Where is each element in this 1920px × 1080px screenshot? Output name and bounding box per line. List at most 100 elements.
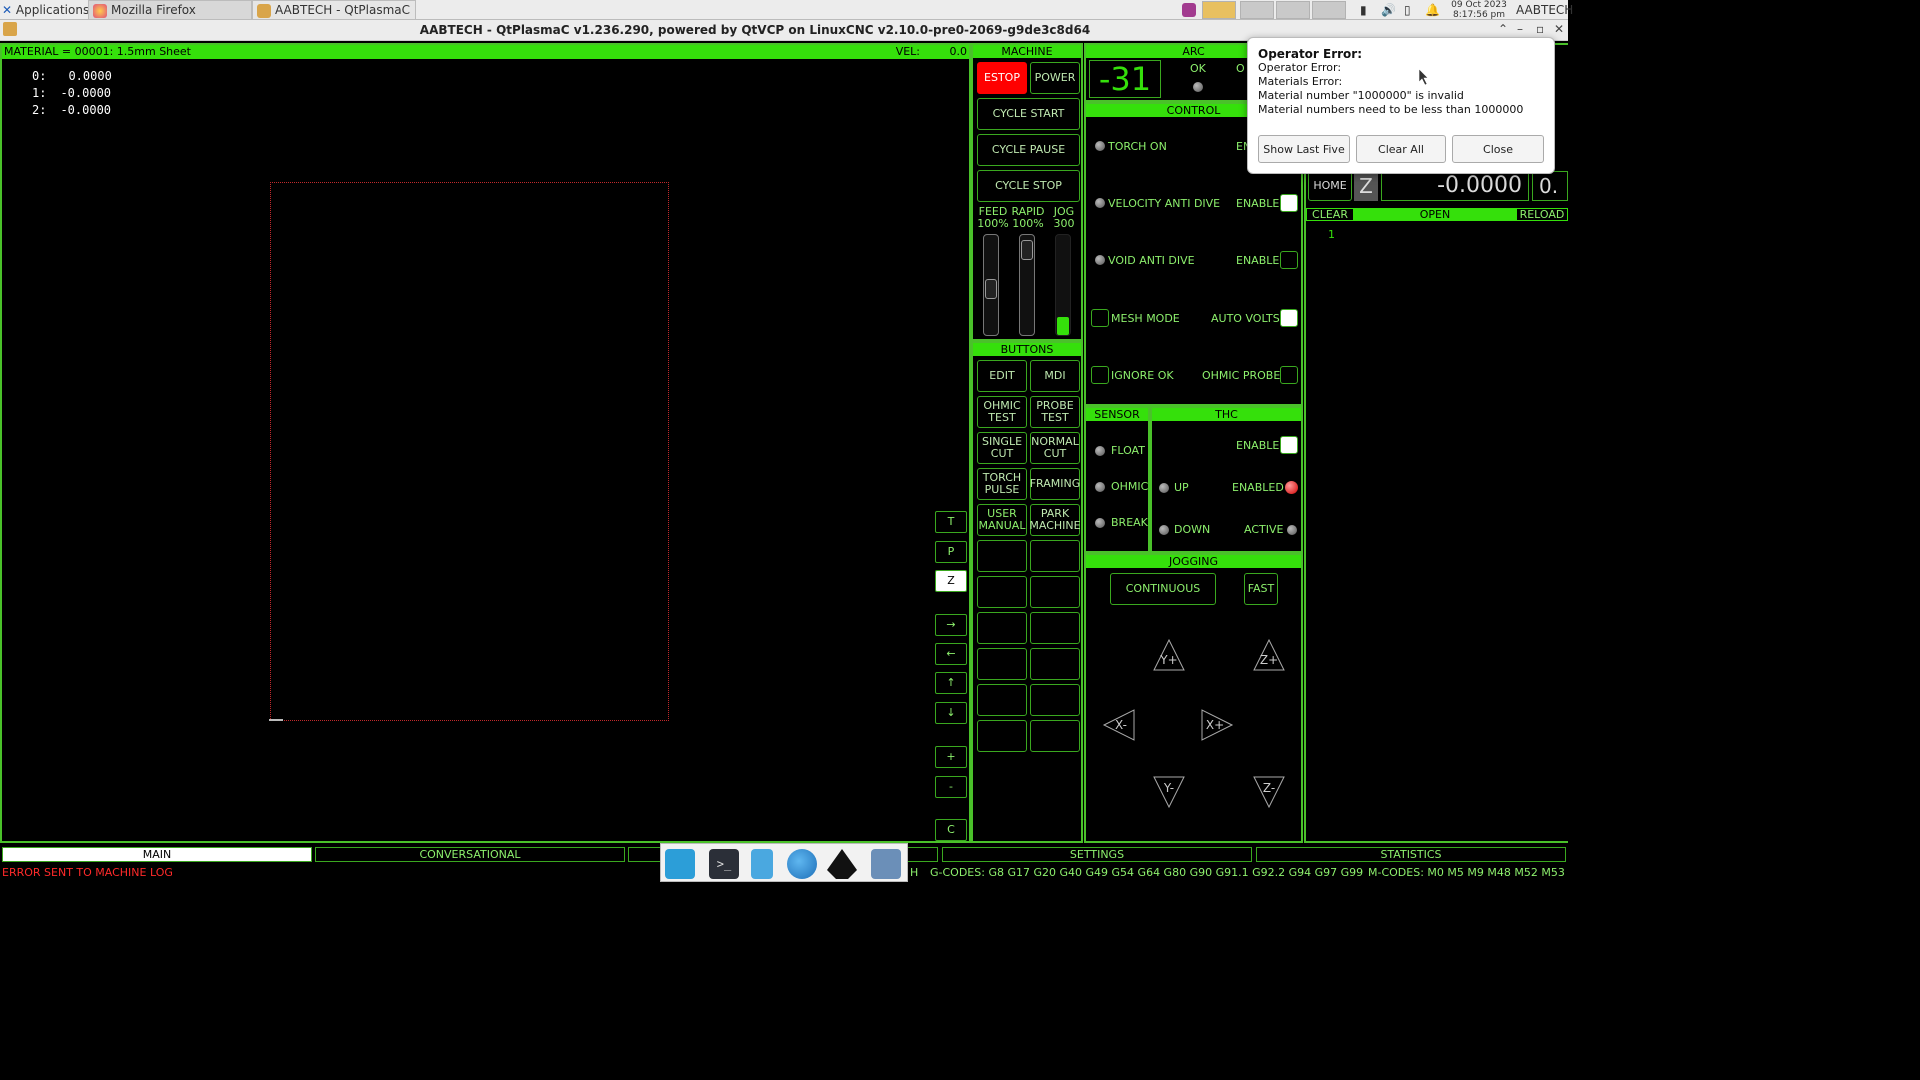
- jog-x-plus-button[interactable]: X+: [1200, 708, 1234, 742]
- inkscape-icon[interactable]: [827, 849, 857, 879]
- probe-test-button[interactable]: PROBE TEST: [1030, 396, 1080, 428]
- battery-icon[interactable]: ▯: [1404, 1, 1411, 19]
- user-button-empty[interactable]: [1030, 720, 1080, 752]
- ohmic-probe-checkbox[interactable]: [1280, 366, 1298, 384]
- desktop-icon[interactable]: [665, 849, 695, 879]
- pan-down-button[interactable]: ↓: [935, 702, 967, 724]
- user-button-empty[interactable]: [977, 684, 1027, 716]
- user-button-empty[interactable]: [977, 720, 1027, 752]
- user-button-empty[interactable]: [977, 540, 1027, 572]
- clock[interactable]: 09 Oct 2023 8:17:56 pm: [1448, 0, 1510, 20]
- user-button-empty[interactable]: [977, 648, 1027, 680]
- edit-button[interactable]: EDIT: [977, 360, 1027, 392]
- jog-speed-slider[interactable]: [1055, 234, 1071, 336]
- pan-up-button[interactable]: ↑: [935, 672, 967, 694]
- cycle-stop-button[interactable]: CYCLE STOP: [977, 170, 1080, 202]
- jog-fast-button[interactable]: FAST: [1244, 573, 1278, 605]
- slider-thumb[interactable]: [1021, 239, 1033, 260]
- gcode-clear-button[interactable]: CLEAR: [1306, 208, 1354, 221]
- machine-header: MACHINE: [973, 45, 1081, 58]
- user-button-empty[interactable]: [1030, 576, 1080, 608]
- tab-settings[interactable]: SETTINGS: [942, 847, 1252, 862]
- user-button-empty[interactable]: [1030, 648, 1080, 680]
- tray-workspace-1[interactable]: [1240, 1, 1274, 19]
- zoom-out-button[interactable]: -: [935, 776, 967, 798]
- user-button-empty[interactable]: [1030, 540, 1080, 572]
- jog-z-plus-button[interactable]: Z+: [1252, 638, 1286, 672]
- material-label: MATERIAL = 00001: 1.5mm Sheet: [4, 45, 191, 58]
- zoom-in-button[interactable]: +: [935, 746, 967, 768]
- status-partial: H: [910, 866, 919, 879]
- axis-z-offset[interactable]: 0.: [1532, 171, 1568, 201]
- void-enable-checkbox[interactable]: [1280, 251, 1298, 269]
- view-perspective-button[interactable]: P: [935, 541, 967, 563]
- tab-statistics[interactable]: STATISTICS: [1256, 847, 1566, 862]
- clear-preview-button[interactable]: C: [935, 819, 967, 841]
- file-manager-icon[interactable]: [751, 849, 773, 879]
- window-shade-icon[interactable]: ⌃: [1498, 22, 1508, 36]
- user-label[interactable]: AABTECH: [1516, 1, 1573, 19]
- user-button-empty[interactable]: [977, 576, 1027, 608]
- pan-right-button[interactable]: →: [935, 614, 967, 636]
- jog-continuous-button[interactable]: CONTINUOUS: [1110, 573, 1216, 605]
- mdi-button[interactable]: MDI: [1030, 360, 1080, 392]
- user-button-empty[interactable]: [977, 612, 1027, 644]
- window-maximize-icon[interactable]: ▫: [1536, 22, 1544, 36]
- screenshot-icon[interactable]: [1182, 3, 1196, 17]
- single-cut-button[interactable]: SINGLE CUT: [977, 432, 1027, 464]
- home-z-button[interactable]: HOME: [1308, 171, 1352, 201]
- tray-workspace-2[interactable]: [1276, 1, 1310, 19]
- jog-z-minus-button[interactable]: Z-: [1252, 775, 1286, 809]
- slider-thumb[interactable]: [985, 278, 997, 299]
- tab-main[interactable]: MAIN: [2, 847, 312, 862]
- feed-override-slider[interactable]: [983, 234, 999, 336]
- jog-x-minus-button[interactable]: X-: [1102, 708, 1136, 742]
- torch-pulse-button[interactable]: TORCH PULSE: [977, 468, 1027, 500]
- mesh-mode-checkbox[interactable]: [1091, 309, 1109, 327]
- cycle-start-button[interactable]: CYCLE START: [977, 98, 1080, 130]
- cycle-pause-button[interactable]: CYCLE PAUSE: [977, 134, 1080, 166]
- thc-active-led: [1287, 525, 1297, 535]
- notification-bell-icon[interactable]: 🔔: [1425, 1, 1440, 19]
- park-machine-button[interactable]: PARK MACHINE: [1029, 504, 1081, 536]
- thc-enable-checkbox[interactable]: [1280, 436, 1298, 454]
- window-close-icon[interactable]: ✕: [1554, 22, 1564, 36]
- close-dialog-button[interactable]: Close: [1452, 135, 1544, 163]
- gcode-reload-button[interactable]: RELOAD: [1516, 208, 1568, 221]
- web-browser-icon[interactable]: [787, 849, 817, 879]
- power-button[interactable]: POWER: [1030, 62, 1080, 94]
- rapid-override-slider[interactable]: [1019, 234, 1035, 336]
- framing-button[interactable]: FRAMING: [1030, 468, 1080, 500]
- clear-all-button[interactable]: Clear All: [1356, 135, 1446, 163]
- taskbar-tab-qtplasmac[interactable]: AABTECH - QtPlasmaC ...: [252, 0, 416, 20]
- volume-icon[interactable]: 🔊: [1381, 1, 1396, 19]
- vad-enable-checkbox[interactable]: [1280, 194, 1298, 212]
- terminal-icon[interactable]: >_: [709, 849, 739, 879]
- gcode-preview[interactable]: MATERIAL = 00001: 1.5mm Sheet VEL: 0.0 0…: [0, 43, 971, 843]
- view-z-button[interactable]: Z: [935, 570, 967, 592]
- tray-app-qtplasmac[interactable]: [1202, 1, 1236, 19]
- view-top-button[interactable]: T: [935, 511, 967, 533]
- taskbar-tab-firefox[interactable]: Mozilla Firefox: [88, 0, 252, 20]
- tab-conversational[interactable]: CONVERSATIONAL: [315, 847, 625, 862]
- jog-y-minus-button[interactable]: Y-: [1152, 775, 1186, 809]
- user-manual-button[interactable]: USER MANUAL: [977, 504, 1027, 536]
- ohmic-test-button[interactable]: OHMIC TEST: [977, 396, 1027, 428]
- tray-workspace-3[interactable]: [1312, 1, 1346, 19]
- network-icon[interactable]: ▮: [1360, 1, 1367, 19]
- folder-icon[interactable]: [871, 849, 901, 879]
- estop-button[interactable]: ESTOP: [977, 62, 1027, 94]
- pan-left-button[interactable]: ←: [935, 643, 967, 665]
- applications-menu[interactable]: ✕ Applications: [2, 1, 89, 19]
- auto-volts-checkbox[interactable]: [1280, 309, 1298, 327]
- ignore-ok-checkbox[interactable]: [1091, 366, 1109, 384]
- window-minimize-icon[interactable]: –: [1517, 22, 1523, 36]
- axis-z-dro[interactable]: -0.0000: [1381, 171, 1529, 201]
- jog-y-plus-button[interactable]: Y+: [1152, 638, 1186, 672]
- user-button-empty[interactable]: [1030, 612, 1080, 644]
- show-last-five-button[interactable]: Show Last Five: [1258, 135, 1350, 163]
- gcode-open-button[interactable]: OPEN: [1354, 208, 1516, 221]
- auto-volts-label: AUTO VOLTS: [1211, 312, 1280, 325]
- normal-cut-button[interactable]: NORMAL CUT: [1030, 432, 1080, 464]
- user-button-empty[interactable]: [1030, 684, 1080, 716]
